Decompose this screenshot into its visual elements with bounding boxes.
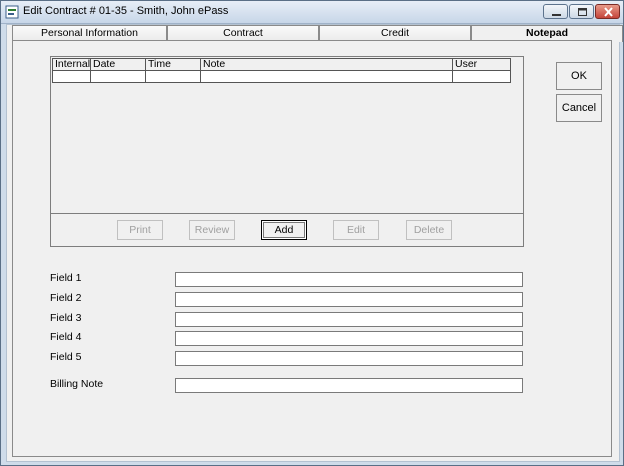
edit-contract-window: Edit Contract # 01-35 - Smith, John ePas… [0,0,624,466]
tab-credit[interactable]: Credit [319,25,471,40]
app-document-icon [5,5,19,19]
field-2-input[interactable] [175,292,523,307]
field-1-input[interactable] [175,272,523,287]
grid-cell[interactable] [200,70,453,83]
review-button[interactable]: Review [189,220,235,240]
billing-note-label: Billing Note [50,378,104,390]
grid-cell[interactable] [90,70,146,83]
close-icon [604,7,613,17]
field-4-label: Field 4 [50,331,82,343]
field-5-input[interactable] [175,351,523,366]
tab-contract[interactable]: Contract [167,25,319,40]
print-button[interactable]: Print [117,220,163,240]
grid-cell[interactable] [52,70,91,83]
close-button[interactable] [595,4,620,19]
column-header-user[interactable]: User [452,58,511,71]
minimize-button[interactable] [543,4,568,19]
billing-note-input[interactable] [175,378,523,393]
grid-cell[interactable] [145,70,201,83]
column-header-date[interactable]: Date [90,58,146,71]
add-button[interactable]: Add [261,220,307,240]
field-1-label: Field 1 [50,272,82,284]
column-header-note[interactable]: Note [200,58,453,71]
window-title: Edit Contract # 01-35 - Smith, John ePas… [23,5,229,17]
minimize-icon [552,14,561,16]
client-area: Personal Information Contract Credit Not… [6,24,623,462]
grid-header-row: Internal Date Time Note User [52,58,511,71]
field-3-input[interactable] [175,312,523,327]
column-header-time[interactable]: Time [145,58,201,71]
delete-button[interactable]: Delete [406,220,452,240]
notes-frame: Internal Date Time Note User Print Revie… [50,56,524,247]
grid-cell[interactable] [452,70,511,83]
maximize-button[interactable] [569,4,594,19]
tab-personal-information[interactable]: Personal Information [12,25,167,40]
column-header-internal[interactable]: Internal [52,58,91,71]
tab-strip: Personal Information Contract Credit Not… [12,25,623,42]
notes-grid[interactable]: Internal Date Time Note User [52,58,512,83]
maximize-icon [578,8,587,16]
field-3-label: Field 3 [50,312,82,324]
field-5-label: Field 5 [50,351,82,363]
edit-button[interactable]: Edit [333,220,379,240]
title-bar[interactable]: Edit Contract # 01-35 - Smith, John ePas… [1,1,623,24]
field-4-input[interactable] [175,331,523,346]
table-row[interactable] [52,70,511,83]
notepad-panel: Internal Date Time Note User Print Revie… [12,40,612,457]
cancel-button[interactable]: Cancel [556,94,602,122]
field-2-label: Field 2 [50,292,82,304]
notes-button-bar: Print Review Add Edit Delete [51,213,523,247]
ok-button[interactable]: OK [556,62,602,90]
